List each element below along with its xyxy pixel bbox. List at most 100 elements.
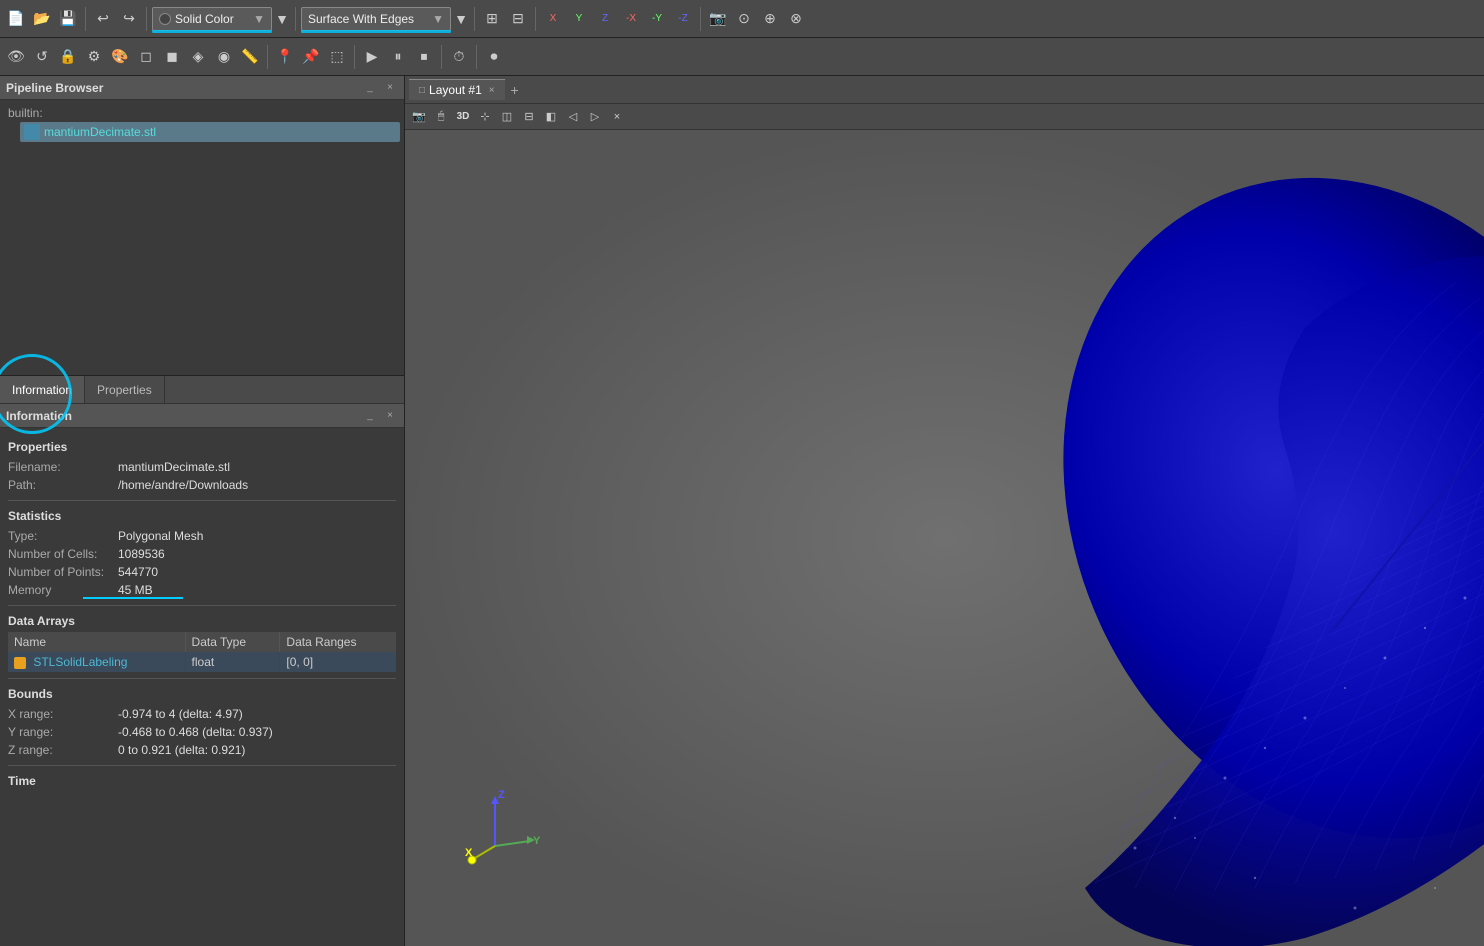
points-row: Number of Points: 544770 (8, 563, 396, 581)
paint-icon[interactable]: 🎨 (108, 45, 132, 69)
tab-properties[interactable]: Properties (85, 376, 165, 403)
pipeline-minimize-icon[interactable]: _ (362, 80, 378, 96)
divider2 (8, 605, 396, 606)
vp-camera-icon[interactable]: 📷 (409, 107, 429, 127)
color-dropdown[interactable]: Solid Color ▼ (152, 7, 272, 31)
stop-icon[interactable]: ⏹ (412, 45, 436, 69)
viewport-tab-label: Layout #1 (429, 83, 482, 97)
dropdown-arrow-icon[interactable]: ▼ (274, 7, 290, 31)
info-tab-bar: Information Properties (0, 376, 404, 404)
pipeline-builtin-label: builtin: (8, 106, 43, 120)
y-range-value: -0.468 to 0.468 (delta: 0.937) (118, 725, 273, 739)
pipeline-builtin-item: builtin: (4, 104, 400, 122)
select-icon[interactable]: ⊗ (784, 7, 808, 31)
sep6 (700, 7, 701, 31)
filter-icon[interactable]: ⚙ (82, 45, 106, 69)
table-row[interactable]: STLSolidLabeling float [0, 0] (8, 652, 396, 672)
vp-interact-icon[interactable]: 🖱 (431, 107, 451, 127)
pipeline-close-icon[interactable]: × (382, 80, 398, 96)
maximize-icon[interactable]: ⊞ (480, 7, 504, 31)
points-value: 544770 (118, 565, 158, 579)
ruler-icon[interactable]: 📏 (238, 45, 262, 69)
pipeline-content: builtin: mantiumDecimate.stl (0, 100, 404, 375)
location-icon[interactable]: 📍 (273, 45, 297, 69)
viewport-tabs: □ Layout #1 × + (405, 76, 1484, 104)
open-file-icon[interactable]: 📂 (30, 7, 54, 31)
vp-3d-icon[interactable]: 3D (453, 107, 473, 127)
select5-icon[interactable]: ◉ (212, 45, 236, 69)
left-panel: Pipeline Browser _ × builtin: mantiumD (0, 76, 405, 946)
record-icon[interactable]: ⏺ (482, 45, 506, 69)
viewport-tab-close[interactable]: × (489, 85, 495, 96)
select3-icon[interactable]: ◼ (160, 45, 184, 69)
zoom-fit-icon[interactable]: ⊕ (758, 7, 782, 31)
path-label: Path: (8, 478, 118, 492)
tab-information[interactable]: Information (0, 376, 85, 403)
lock-icon[interactable]: 🔒 (56, 45, 80, 69)
memory-value: 45 MB (118, 583, 153, 597)
vp-split-h-icon[interactable]: ⊟ (519, 107, 539, 127)
info-panel-title: Information (6, 409, 72, 423)
info-close-icon[interactable]: × (382, 408, 398, 424)
z-range-label: Z range: (8, 743, 118, 757)
render-arrow-icon[interactable]: ▼ (453, 7, 469, 31)
pipeline-file-item[interactable]: mantiumDecimate.stl (20, 122, 400, 142)
axis-neg-x-icon[interactable]: -X (619, 7, 643, 31)
cells-label: Number of Cells: (8, 547, 118, 561)
axis-neg-z-icon[interactable]: -Z (671, 7, 695, 31)
viewport-toolbar: 📷 🖱 3D ⊹ ◫ ⊟ ◧ ◁ ▷ × (405, 104, 1484, 130)
reset-camera-icon[interactable]: ⊙ (732, 7, 756, 31)
axis-y-icon[interactable]: Y (567, 7, 591, 31)
vp-orient-icon[interactable]: ◫ (497, 107, 517, 127)
sep2 (146, 7, 147, 31)
vp-chart-icon[interactable]: ◧ (541, 107, 561, 127)
save-icon[interactable]: 💾 (56, 7, 80, 31)
select2-icon[interactable]: ◻ (134, 45, 158, 69)
z-range-value: 0 to 0.921 (delta: 0.921) (118, 743, 245, 757)
axis-x-icon[interactable]: X (541, 7, 565, 31)
mesh-svg (405, 130, 1484, 946)
pipeline-browser: Pipeline Browser _ × builtin: mantiumD (0, 76, 404, 376)
pipeline-filename: mantiumDecimate.stl (44, 125, 156, 139)
play-icon[interactable]: ▶ (360, 45, 384, 69)
axis-indicator: Z Y X (465, 786, 545, 866)
svg-text:Z: Z (498, 789, 505, 801)
y-range-label: Y range: (8, 725, 118, 739)
array-name-value: STLSolidLabeling (33, 655, 127, 669)
svg-text:Y: Y (533, 835, 541, 847)
vp-next-icon[interactable]: ▷ (585, 107, 605, 127)
col-name-header: Name (8, 632, 185, 652)
redo-icon[interactable]: ↪ (117, 7, 141, 31)
array-ranges-cell: [0, 0] (280, 652, 396, 672)
box-icon[interactable]: ⬚ (325, 45, 349, 69)
eye-icon[interactable]: 👁 (4, 45, 28, 69)
properties-section-title: Properties (8, 438, 396, 454)
axis-z-icon[interactable]: Z (593, 7, 617, 31)
type-row: Type: Polygonal Mesh (8, 527, 396, 545)
info-minimize-icon[interactable]: _ (362, 408, 378, 424)
vp-close2-icon[interactable]: × (607, 107, 627, 127)
new-file-icon[interactable]: 📄 (4, 7, 28, 31)
select4-icon[interactable]: ◈ (186, 45, 210, 69)
camera-icon[interactable]: 📷 (706, 7, 730, 31)
annotate-icon[interactable]: 📌 (299, 45, 323, 69)
pipeline-browser-title: Pipeline Browser (6, 81, 103, 95)
vp-prev-icon[interactable]: ◁ (563, 107, 583, 127)
array-name-cell: STLSolidLabeling (8, 652, 185, 672)
info-header-icons: _ × (362, 408, 398, 424)
vp-axes-icon[interactable]: ⊹ (475, 107, 495, 127)
render-dropdown[interactable]: Surface With Edges ▼ (301, 7, 451, 31)
x-range-row: X range: -0.974 to 4 (delta: 4.97) (8, 705, 396, 723)
undo-icon[interactable]: ↩ (91, 7, 115, 31)
viewport-canvas[interactable]: Z Y X (405, 130, 1484, 946)
viewport-tab-layout1[interactable]: □ Layout #1 × (409, 79, 505, 100)
add-viewport-tab[interactable]: + (505, 80, 525, 100)
z-range-row: Z range: 0 to 0.921 (delta: 0.921) (8, 741, 396, 759)
pause-icon[interactable]: ⏸ (386, 45, 410, 69)
info-panel-header: Information _ × (0, 404, 404, 428)
reset-icon[interactable]: ↺ (30, 45, 54, 69)
viewport: □ Layout #1 × + 📷 🖱 3D ⊹ ◫ ⊟ ◧ ◁ ▷ × (405, 76, 1484, 946)
restore-icon[interactable]: ⊟ (506, 7, 530, 31)
axis-neg-y-icon[interactable]: -Y (645, 7, 669, 31)
clock-icon[interactable]: ⏱ (447, 45, 471, 69)
